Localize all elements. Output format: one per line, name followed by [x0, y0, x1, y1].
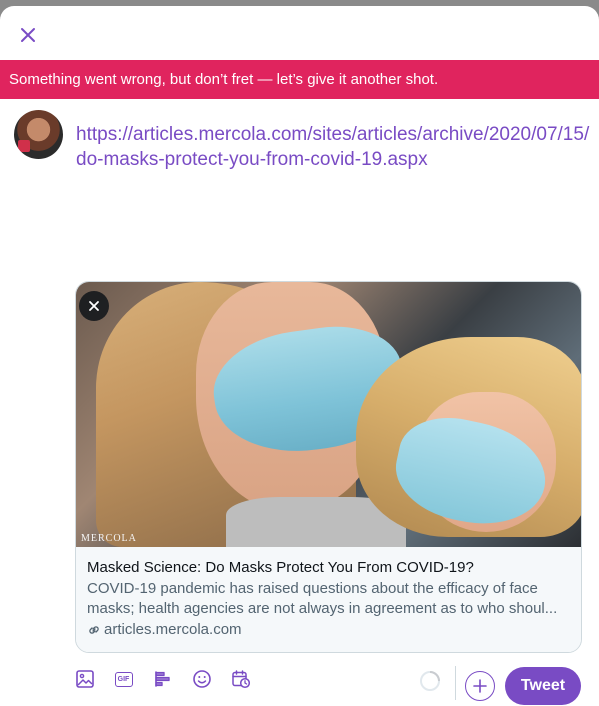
link-preview-body: Masked Science: Do Masks Protect You Fro…	[76, 547, 581, 652]
card-domain: articles.mercola.com	[87, 620, 570, 640]
schedule-button[interactable]	[226, 665, 255, 694]
close-icon	[89, 301, 99, 311]
gif-label: GIF	[117, 675, 130, 683]
close-icon	[21, 28, 35, 42]
link-preview-card[interactable]: MERCOLA Masked Science: Do Masks Protect…	[75, 281, 582, 653]
gif-button[interactable]: GIF	[109, 665, 138, 694]
close-button[interactable]	[12, 19, 44, 51]
card-description-line: masks; health agencies are not always in…	[87, 600, 558, 617]
tweet-button-label: Tweet	[520, 677, 566, 694]
card-description: COVID-19 pandemic has raised questions a…	[87, 579, 570, 619]
avatar[interactable]	[14, 110, 63, 159]
poll-button[interactable]	[148, 665, 177, 694]
gif-icon: GIF	[114, 671, 133, 687]
error-banner: Something went wrong, but don’t fret — l…	[0, 60, 599, 99]
schedule-icon	[231, 670, 250, 689]
card-domain-text: articles.mercola.com	[104, 621, 242, 638]
compose-tweet-modal: Something went wrong, but don’t fret — l…	[0, 6, 599, 706]
tweet-text-input[interactable]: https://articles.mercola.com/sites/artic…	[76, 122, 591, 172]
tweet-button[interactable]: Tweet	[505, 667, 581, 705]
compose-toolbar: GIF	[70, 661, 255, 697]
card-description-line: COVID-19 pandemic has raised questions a…	[87, 580, 538, 597]
media-button[interactable]	[70, 665, 99, 694]
link-preview-image: MERCOLA	[76, 282, 581, 547]
link-icon	[89, 626, 99, 634]
character-count-ring	[420, 671, 440, 691]
card-title: Masked Science: Do Masks Protect You Fro…	[87, 559, 474, 576]
emoji-icon	[192, 670, 211, 688]
plus-icon	[473, 679, 487, 693]
error-message: Something went wrong, but don’t fret — l…	[9, 71, 439, 88]
add-tweet-button[interactable]	[465, 671, 495, 701]
image-icon	[75, 670, 94, 688]
poll-icon	[154, 671, 170, 687]
image-watermark: MERCOLA	[81, 533, 137, 544]
toolbar-divider	[455, 666, 456, 700]
emoji-button[interactable]	[187, 665, 216, 694]
remove-card-button[interactable]	[79, 291, 109, 321]
